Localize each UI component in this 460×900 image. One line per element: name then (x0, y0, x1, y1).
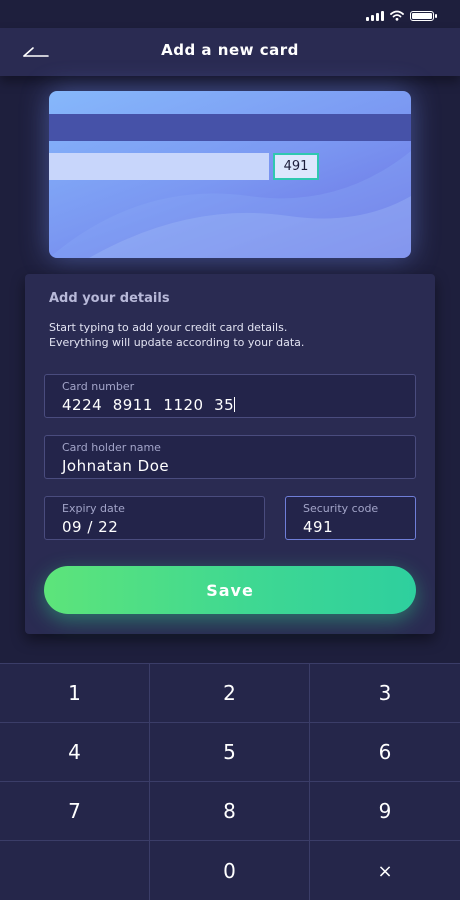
security-code-value: 491 (303, 518, 334, 536)
wifi-icon (390, 10, 404, 21)
holder-name-label: Card holder name (62, 441, 161, 454)
card-number-field[interactable]: Card number 4224 8911 1120 35 (44, 374, 416, 418)
expiry-date-value: 09 / 22 (62, 518, 119, 536)
expiry-date-label: Expiry date (62, 502, 125, 515)
save-button[interactable]: Save (44, 566, 416, 614)
details-title: Add your details (49, 291, 170, 306)
holder-name-value: Johnatan Doe (62, 457, 170, 475)
key-3[interactable]: 3 (310, 664, 460, 723)
key-1[interactable]: 1 (0, 664, 150, 723)
card-preview: 491 (49, 91, 411, 258)
card-security-code: 491 (273, 153, 319, 180)
status-icons (366, 10, 437, 21)
page-title: Add a new card (161, 41, 299, 59)
key-5[interactable]: 5 (150, 723, 310, 782)
header: Add a new card (0, 28, 460, 76)
battery-icon (410, 10, 437, 21)
numeric-keypad: 1 2 3 4 5 6 7 8 9 0 × (0, 663, 460, 900)
card-number-value-wrap: 4224 8911 1120 35 (62, 396, 236, 414)
security-code-field[interactable]: Security code 491 (285, 496, 416, 540)
card-number-value: 4224 8911 1120 35 (62, 396, 235, 414)
key-4[interactable]: 4 (0, 723, 150, 782)
description-line: Everything will update according to your… (49, 336, 305, 349)
card-number-label: Card number (62, 380, 135, 393)
signal-icon (366, 10, 384, 21)
key-6[interactable]: 6 (310, 723, 460, 782)
key-8[interactable]: 8 (150, 782, 310, 841)
description-line: Start typing to add your credit card det… (49, 321, 288, 334)
key-9[interactable]: 9 (310, 782, 460, 841)
key-empty (0, 841, 150, 900)
holder-name-field[interactable]: Card holder name Johnatan Doe (44, 435, 416, 479)
magnetic-stripe (49, 114, 411, 141)
delete-key[interactable]: × (310, 841, 460, 900)
key-7[interactable]: 7 (0, 782, 150, 841)
expiry-date-field[interactable]: Expiry date 09 / 22 (44, 496, 265, 540)
details-description: Start typing to add your credit card det… (49, 320, 409, 350)
text-caret (234, 397, 236, 412)
security-code-label: Security code (303, 502, 379, 515)
battery-level (412, 12, 432, 19)
key-2[interactable]: 2 (150, 664, 310, 723)
signature-strip (49, 153, 269, 180)
key-0[interactable]: 0 (150, 841, 310, 900)
details-panel: Add your details Start typing to add you… (25, 274, 435, 634)
